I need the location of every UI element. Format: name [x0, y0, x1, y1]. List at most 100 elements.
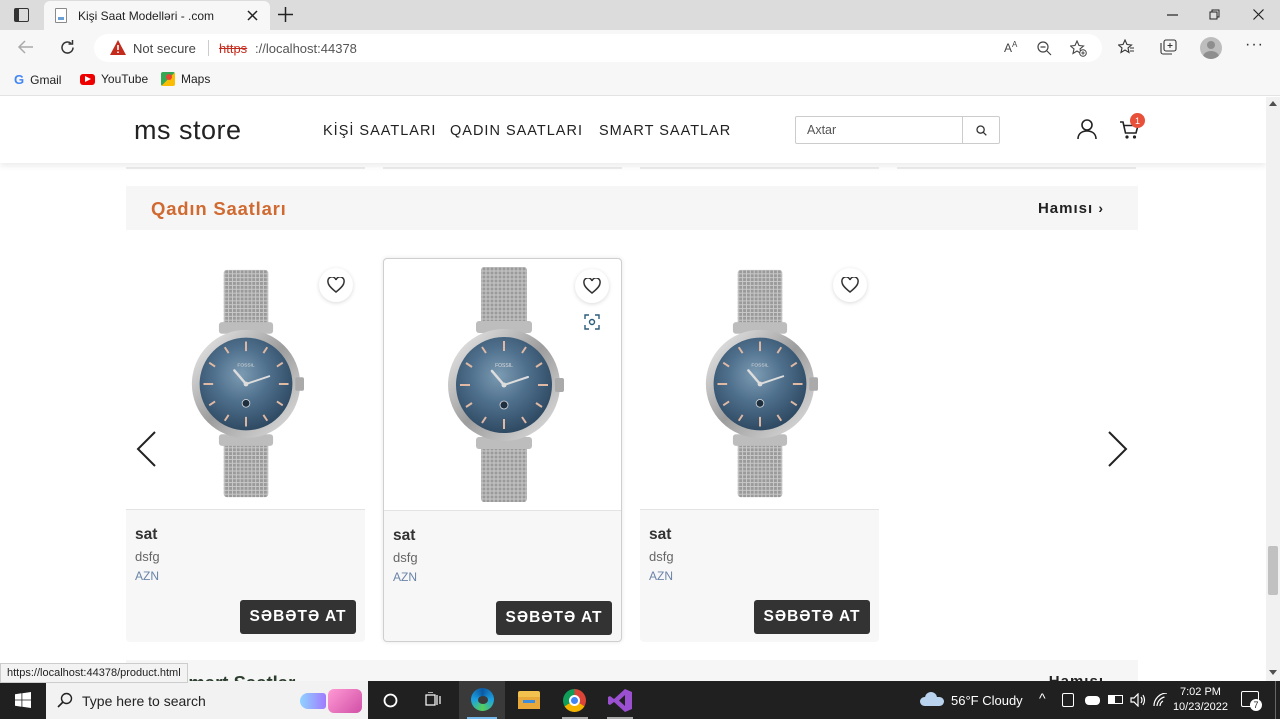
taskbar-search-box[interactable]: Type here to search — [46, 681, 368, 719]
heart-icon — [841, 277, 859, 293]
file-explorer-icon[interactable] — [518, 691, 540, 709]
status-bar-link: https://localhost:44378/product.html — [0, 663, 188, 683]
bookmark-label: Gmail — [30, 72, 62, 87]
clock-time: 7:02 PM — [1179, 686, 1221, 698]
chrome-icon[interactable] — [563, 689, 586, 712]
volume-icon[interactable] — [1130, 693, 1146, 707]
watch-image — [444, 265, 564, 505]
address-row: Not secure https ://localhost:44378 AA ·… — [0, 30, 1280, 66]
search-icon — [975, 124, 987, 136]
clock-date: 10/23/2022 — [1172, 701, 1228, 713]
chevron-right-icon: › — [1098, 200, 1104, 216]
product-card[interactable]: sat dsfg AZN SƏBƏTƏ AT — [640, 258, 879, 642]
product-price: AZN — [649, 569, 673, 583]
not-secure-label[interactable]: Not secure — [133, 41, 196, 56]
product-price: AZN — [135, 569, 159, 583]
heart-icon — [583, 278, 601, 294]
product-name[interactable]: sat — [135, 526, 157, 544]
close-window-icon[interactable] — [1253, 9, 1264, 20]
google-icon: G — [14, 72, 25, 87]
quick-view-button[interactable] — [579, 309, 605, 335]
product-card[interactable]: sat dsfg AZN SƏBƏTƏ AT — [126, 258, 365, 642]
notifications-icon[interactable]: 7 — [1241, 691, 1262, 711]
tab-actions-icon[interactable] — [14, 8, 29, 22]
weather-label[interactable]: 56°F Cloudy — [951, 693, 1023, 708]
warning-icon — [110, 40, 126, 55]
quick-view-icon — [584, 314, 600, 330]
nav-smart-watches[interactable]: SMART SAATLAR — [599, 123, 731, 139]
see-all-link[interactable]: Hamısı › — [1038, 200, 1104, 217]
visual-studio-icon[interactable] — [608, 689, 632, 712]
product-name[interactable]: sat — [649, 526, 671, 544]
taskbar-clock[interactable]: 7:02 PM 10/23/2022 — [1173, 685, 1228, 715]
next-section-header: Smart Saatlar Hamısı — [126, 660, 1138, 681]
bookmark-gmail[interactable]: G Gmail — [14, 72, 61, 87]
wishlist-button[interactable] — [575, 269, 609, 303]
bookmark-maps[interactable]: Maps — [161, 72, 210, 86]
product-description: dsfg — [135, 549, 160, 564]
wishlist-button[interactable] — [319, 268, 353, 302]
carousel-next-icon[interactable] — [1107, 430, 1129, 468]
meet-now-icon[interactable] — [1062, 693, 1074, 707]
search-box — [795, 116, 1000, 144]
edge-icon — [471, 688, 494, 711]
search-input[interactable] — [796, 117, 962, 143]
product-description: dsfg — [393, 550, 418, 565]
add-to-cart-button[interactable]: SƏBƏTƏ AT — [240, 600, 356, 634]
onedrive-icon[interactable] — [1085, 696, 1100, 705]
refresh-icon[interactable] — [59, 39, 76, 56]
product-name[interactable]: sat — [393, 527, 415, 545]
site-logo[interactable]: ms store — [134, 115, 242, 146]
carousel-prev-icon[interactable] — [135, 430, 157, 468]
add-favorite-icon[interactable] — [1070, 40, 1087, 57]
scroll-up-icon[interactable] — [1269, 101, 1277, 106]
tab-title: Kişi Saat Modelləri - .com — [78, 9, 215, 23]
add-to-cart-button[interactable]: SƏBƏTƏ AT — [754, 600, 870, 634]
scrollbar-thumb[interactable] — [1268, 546, 1278, 595]
scroll-down-icon[interactable] — [1269, 670, 1277, 675]
new-tab-icon[interactable] — [278, 7, 293, 22]
collections-icon[interactable] — [1160, 39, 1177, 55]
minimize-icon[interactable] — [1167, 14, 1178, 16]
address-bar[interactable]: Not secure https ://localhost:44378 AA — [94, 34, 1102, 62]
nav-men-watches[interactable]: KİŞİ SAATLARI — [323, 123, 436, 139]
show-desktop-button[interactable] — [1275, 681, 1280, 719]
search-button[interactable] — [962, 117, 999, 143]
browser-tab[interactable]: Kişi Saat Modelləri - .com — [44, 1, 270, 30]
bookmark-label: YouTube — [101, 72, 149, 86]
search-highlight-illustration-icon — [298, 687, 364, 715]
next-see-all-link[interactable]: Hamısı — [1049, 673, 1104, 681]
user-account-icon[interactable] — [1077, 119, 1097, 140]
back-icon[interactable] — [17, 40, 34, 54]
wifi-icon[interactable] — [1153, 693, 1168, 707]
section-header: Qadın Saatları Hamısı › — [126, 186, 1138, 230]
read-aloud-icon[interactable]: AA — [1004, 40, 1017, 55]
zoom-icon[interactable] — [1037, 41, 1052, 56]
restore-icon[interactable] — [1209, 9, 1220, 20]
section-title: Qadın Saatları — [151, 198, 287, 219]
nav-women-watches[interactable]: QADIN SAATLARI — [450, 123, 583, 139]
watch-image — [186, 268, 306, 500]
site-header: ms store KİŞİ SAATLARI QADIN SAATLARI SM… — [0, 97, 1266, 163]
chevron-up-icon[interactable]: ^ — [1039, 690, 1046, 706]
product-description: dsfg — [649, 549, 674, 564]
wishlist-button[interactable] — [833, 268, 867, 302]
close-tab-icon[interactable] — [247, 10, 258, 21]
browser-tab-bar: Kişi Saat Modelləri - .com — [0, 0, 1280, 30]
watch-image — [700, 268, 820, 500]
windows-start-icon[interactable] — [15, 692, 31, 708]
bookmark-youtube[interactable]: YouTube — [80, 72, 148, 86]
task-view-icon[interactable] — [425, 692, 443, 708]
battery-icon[interactable] — [1108, 695, 1123, 704]
page-viewport: ms store KİŞİ SAATLARI QADIN SAATLARI SM… — [0, 97, 1266, 681]
favorites-icon[interactable] — [1118, 39, 1135, 55]
product-price: AZN — [393, 570, 417, 584]
add-to-cart-button[interactable]: SƏBƏTƏ AT — [496, 601, 612, 635]
cortana-icon[interactable] — [383, 693, 398, 708]
notification-count: 7 — [1250, 699, 1262, 711]
settings-more-icon[interactable]: ··· — [1245, 36, 1264, 54]
taskbar-edge-app[interactable] — [459, 681, 505, 719]
profile-avatar[interactable] — [1200, 37, 1222, 59]
product-card[interactable]: sat dsfg AZN SƏBƏTƏ AT — [383, 258, 622, 642]
bookmark-label: Maps — [181, 72, 211, 86]
